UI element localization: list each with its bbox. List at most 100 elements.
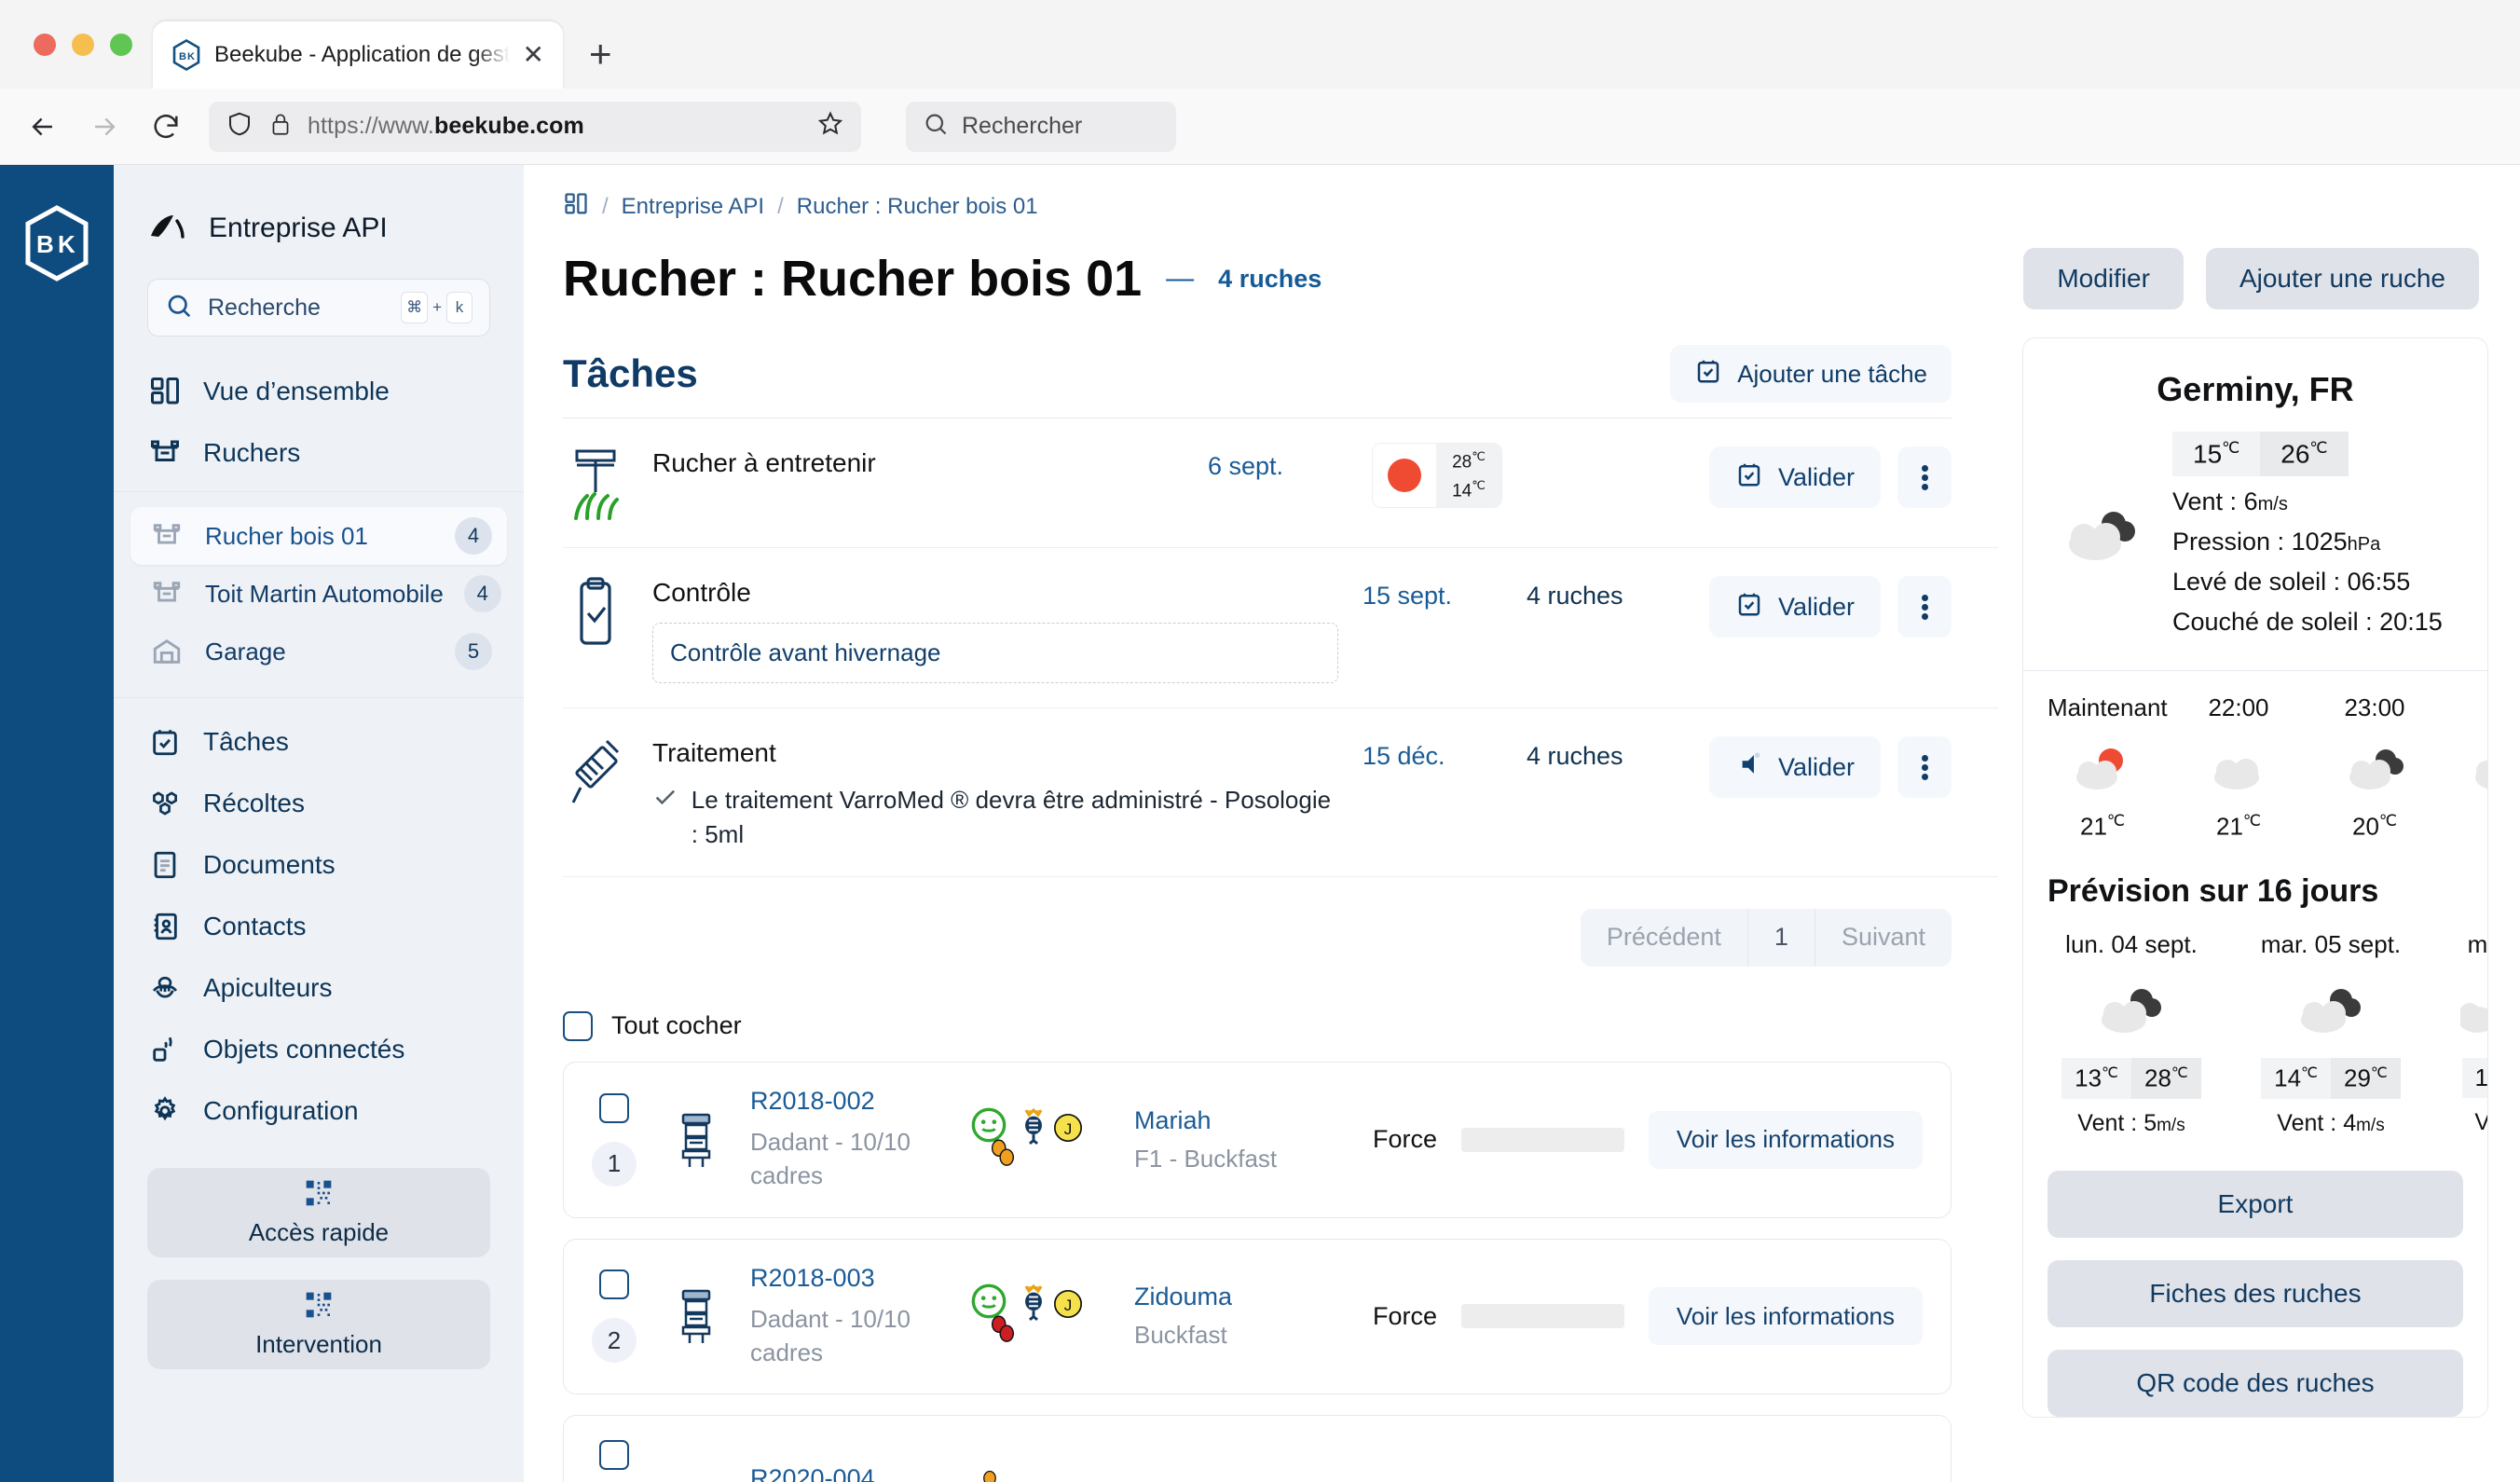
queen-name[interactable]: Mariah bbox=[1134, 1106, 1349, 1135]
new-tab-button[interactable]: + bbox=[589, 34, 612, 74]
intervention-button[interactable]: Intervention bbox=[147, 1280, 490, 1369]
day-temps: 14 bbox=[2446, 1057, 2487, 1098]
task-menu-button[interactable] bbox=[1897, 576, 1952, 638]
validate-button[interactable]: Valider bbox=[1708, 446, 1881, 508]
task-menu-button[interactable] bbox=[1897, 446, 1952, 508]
sidebar-item-label: Configuration bbox=[203, 1096, 359, 1125]
sidebar-item-harvests[interactable]: Récoltes bbox=[114, 773, 524, 834]
hive-id[interactable]: R2020-004 bbox=[750, 1464, 946, 1482]
sidebar-item-toit-martin[interactable]: Toit Martin Automobile 4 bbox=[130, 565, 507, 623]
task-menu-button[interactable] bbox=[1897, 736, 1952, 798]
apiary-icon bbox=[149, 576, 185, 611]
edit-button[interactable]: Modifier bbox=[2023, 248, 2184, 309]
forward-icon[interactable] bbox=[86, 108, 123, 145]
validate-button[interactable]: Valider bbox=[1708, 736, 1881, 798]
queen-name[interactable]: Zidouma bbox=[1134, 1283, 1349, 1311]
hive-force: Force bbox=[1373, 1302, 1624, 1331]
sidebar-nav-primary: Vue d’ensemble Ruchers bbox=[114, 361, 524, 484]
task-row[interactable]: Contrôle Contrôle avant hivernage 15 sep… bbox=[563, 548, 1998, 708]
bookmark-star-icon[interactable] bbox=[816, 110, 844, 143]
hive-sheets-button[interactable]: Fiches des ruches bbox=[2048, 1259, 2463, 1327]
hive-select: 1 bbox=[586, 1092, 642, 1187]
varroa-orange-icon bbox=[987, 1136, 1019, 1173]
beekube-logo-icon[interactable]: B K bbox=[22, 204, 91, 282]
key-plus: + bbox=[432, 298, 442, 316]
hive-id[interactable]: R2018-002 bbox=[750, 1087, 946, 1116]
task-subnote: Le traitement VarroMed ® devra être admi… bbox=[652, 783, 1338, 852]
add-hive-button[interactable]: Ajouter une ruche bbox=[2205, 248, 2479, 309]
task-name: Traitement bbox=[652, 738, 776, 767]
weather-sunset: Couché de soleil : 20:15 bbox=[2172, 608, 2443, 637]
qr-code-hives-button[interactable]: QR code des ruches bbox=[2048, 1349, 2463, 1417]
breadcrumb-separator: / bbox=[777, 193, 784, 219]
breadcrumb-item-current[interactable]: Rucher : Rucher bois 01 bbox=[797, 194, 1038, 220]
day-low: 14℃ bbox=[2261, 1057, 2331, 1099]
sidebar-item-apiaries[interactable]: Ruchers bbox=[114, 422, 524, 484]
pagination-next[interactable]: Suivant bbox=[1815, 909, 1952, 967]
pagination-page[interactable]: 1 bbox=[1746, 908, 1815, 967]
sidebar-item-connected-objects[interactable]: Objets connectés bbox=[114, 1019, 524, 1080]
sidebar-item-configuration[interactable]: Configuration bbox=[114, 1080, 524, 1142]
browser-tab[interactable]: B K Beekube - Application de gestio ✕ bbox=[153, 21, 563, 89]
task-check-icon bbox=[1694, 357, 1722, 391]
close-icon[interactable]: ✕ bbox=[523, 42, 544, 68]
sidebar-item-documents[interactable]: Documents bbox=[114, 834, 524, 896]
search-input[interactable]: Recherche ⌘ + k bbox=[147, 279, 490, 336]
sidebar-item-label: Garage bbox=[205, 637, 286, 666]
dashboard-icon[interactable] bbox=[563, 191, 589, 222]
sidebar-item-rucher-bois-01[interactable]: Rucher bois 01 4 bbox=[130, 507, 507, 565]
hive-checkbox[interactable] bbox=[599, 1269, 629, 1300]
sidebar-item-garage[interactable]: Garage 5 bbox=[130, 623, 507, 680]
weather-temp-pair: 15℃ 26℃ bbox=[2172, 432, 2459, 477]
add-task-button[interactable]: Ajouter une tâche bbox=[1670, 345, 1952, 403]
sidebar-brand[interactable]: Entreprise API bbox=[114, 165, 524, 254]
pagination-prev[interactable]: Précédent bbox=[1581, 909, 1747, 967]
validate-button[interactable]: Valider bbox=[1708, 576, 1881, 638]
hive-row[interactable]: R2020-004 bbox=[563, 1415, 1952, 1482]
sidebar-item-contacts[interactable]: Contacts bbox=[114, 896, 524, 957]
shield-icon[interactable] bbox=[226, 110, 253, 143]
breadcrumb-separator: / bbox=[602, 193, 609, 219]
hive-id[interactable]: R2018-003 bbox=[750, 1264, 946, 1293]
hive-checkbox[interactable] bbox=[599, 1440, 629, 1471]
hive-row[interactable]: 2 R2018-003 Dadant - 10/10 cadres J Zido… bbox=[563, 1238, 1952, 1395]
sidebar-item-tasks[interactable]: Tâches bbox=[114, 711, 524, 773]
validate-label: Valider bbox=[1777, 592, 1855, 621]
quick-access-button[interactable]: Accès rapide bbox=[147, 1168, 490, 1257]
address-bar[interactable]: https://www.beekube.com bbox=[209, 101, 861, 152]
day-wind: Vent : 5m/s bbox=[2077, 1109, 2185, 1136]
sidebar-item-label: Documents bbox=[203, 850, 336, 879]
browser-toolbar: https://www.beekube.com Rechercher bbox=[0, 89, 2520, 165]
weather-high: 26℃ bbox=[2260, 432, 2349, 477]
search-shortcut: ⌘ + k bbox=[401, 292, 472, 323]
tasks-icon bbox=[147, 724, 183, 760]
view-info-button[interactable]: Voir les informations bbox=[1648, 1110, 1923, 1169]
task-name: Contrôle bbox=[652, 578, 751, 607]
day-high: 28℃ bbox=[2131, 1057, 2201, 1099]
hive-icon bbox=[666, 1285, 726, 1347]
breadcrumb-item-company[interactable]: Entreprise API bbox=[622, 194, 764, 220]
back-icon[interactable] bbox=[24, 108, 62, 145]
hive-row[interactable]: 1 R2018-002 Dadant - 10/10 cadres J Mari… bbox=[563, 1061, 1952, 1218]
check-all-checkbox[interactable] bbox=[563, 1010, 593, 1041]
day-cell: mer 14 Ve bbox=[2446, 930, 2487, 1137]
task-date: 15 sept. bbox=[1362, 582, 1453, 610]
hive-force: Force bbox=[1373, 1125, 1624, 1154]
sidebar-item-overview[interactable]: Vue d’ensemble bbox=[114, 361, 524, 422]
reload-icon[interactable] bbox=[147, 108, 185, 145]
sidebar-item-beekeepers[interactable]: Apiculteurs bbox=[114, 957, 524, 1019]
day-low: 14 bbox=[2461, 1057, 2487, 1098]
window-controls bbox=[22, 0, 153, 89]
close-window-button[interactable] bbox=[34, 33, 56, 56]
task-weather-temps: 28℃ 14℃ bbox=[1435, 444, 1501, 507]
check-all-row[interactable]: Tout cocher bbox=[563, 1010, 1998, 1041]
maximize-window-button[interactable] bbox=[110, 33, 132, 56]
task-row[interactable]: Rucher à entretenir 6 sept. 28℃ 14℃ Vali… bbox=[563, 419, 1998, 548]
task-body: Contrôle Contrôle avant hivernage bbox=[652, 572, 1338, 683]
minimize-window-button[interactable] bbox=[72, 33, 94, 56]
browser-search-box[interactable]: Rechercher bbox=[906, 101, 1176, 152]
task-row[interactable]: Traitement Le traitement VarroMed ® devr… bbox=[563, 708, 1998, 877]
hive-checkbox[interactable] bbox=[599, 1092, 629, 1123]
export-button[interactable]: Export bbox=[2048, 1170, 2463, 1238]
view-info-button[interactable]: Voir les informations bbox=[1648, 1287, 1923, 1346]
